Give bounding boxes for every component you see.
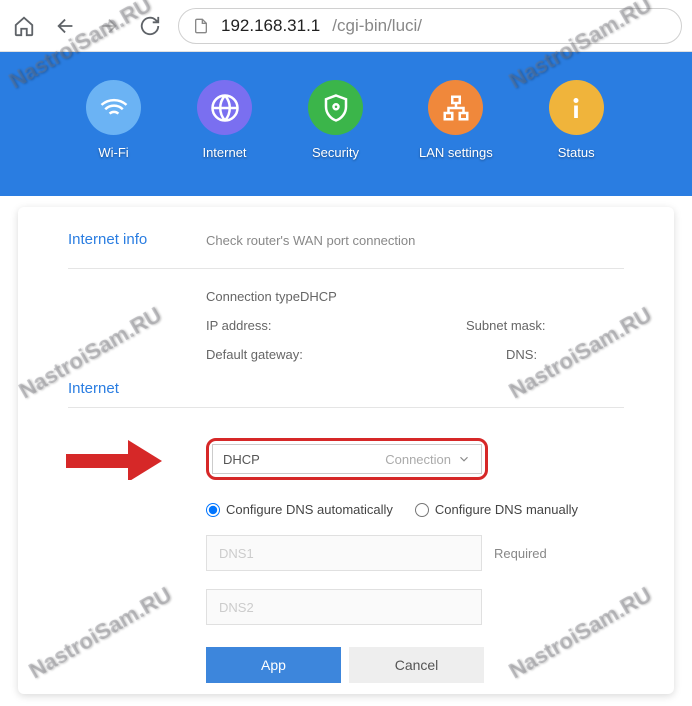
tab-status[interactable]: Status: [549, 80, 604, 160]
home-icon[interactable]: [10, 12, 38, 40]
tab-internet[interactable]: Internet: [197, 80, 252, 160]
tab-bar: Wi-Fi Internet Security LAN settings Sta…: [0, 52, 692, 196]
dns2-input[interactable]: [206, 589, 482, 625]
divider-2: [68, 407, 624, 408]
divider: [68, 268, 624, 269]
settings-card: Internet info Check router's WAN port co…: [18, 207, 674, 694]
required-label: Required: [494, 546, 547, 561]
tab-security[interactable]: Security: [308, 80, 363, 160]
globe-icon: [197, 80, 252, 135]
connection-type-select[interactable]: DHCP Connection: [212, 444, 482, 474]
reload-icon[interactable]: [136, 12, 164, 40]
wan-hint: Check router's WAN port connection: [206, 231, 415, 248]
browser-toolbar: 192.168.31.1/cgi-bin/luci/: [0, 0, 692, 52]
forward-icon: [94, 12, 122, 40]
chevron-down-icon: [457, 452, 471, 466]
cancel-button[interactable]: Cancel: [349, 647, 484, 683]
tab-wifi[interactable]: Wi-Fi: [86, 80, 141, 160]
internet-info-title: Internet info: [68, 231, 156, 248]
wifi-icon: [86, 80, 141, 135]
back-icon[interactable]: [52, 12, 80, 40]
url-path: /cgi-bin/luci/: [332, 16, 422, 36]
internet-section-title: Internet: [68, 380, 156, 397]
connection-type-highlight: DHCP Connection: [206, 438, 488, 480]
apply-button[interactable]: App: [206, 647, 341, 683]
page-icon: [193, 18, 209, 34]
arrow-annotation: [66, 440, 162, 480]
connection-info: Connection typeDHCP IP address: Subnet m…: [206, 289, 624, 362]
url-host: 192.168.31.1: [221, 16, 320, 36]
dns-manual-radio[interactable]: Configure DNS manually: [415, 502, 578, 517]
lan-icon: [428, 80, 483, 135]
dns1-input[interactable]: [206, 535, 482, 571]
shield-icon: [308, 80, 363, 135]
tab-lan[interactable]: LAN settings: [419, 80, 493, 160]
address-bar[interactable]: 192.168.31.1/cgi-bin/luci/: [178, 8, 682, 44]
dns-auto-radio[interactable]: Configure DNS automatically: [206, 502, 393, 517]
info-icon: [549, 80, 604, 135]
